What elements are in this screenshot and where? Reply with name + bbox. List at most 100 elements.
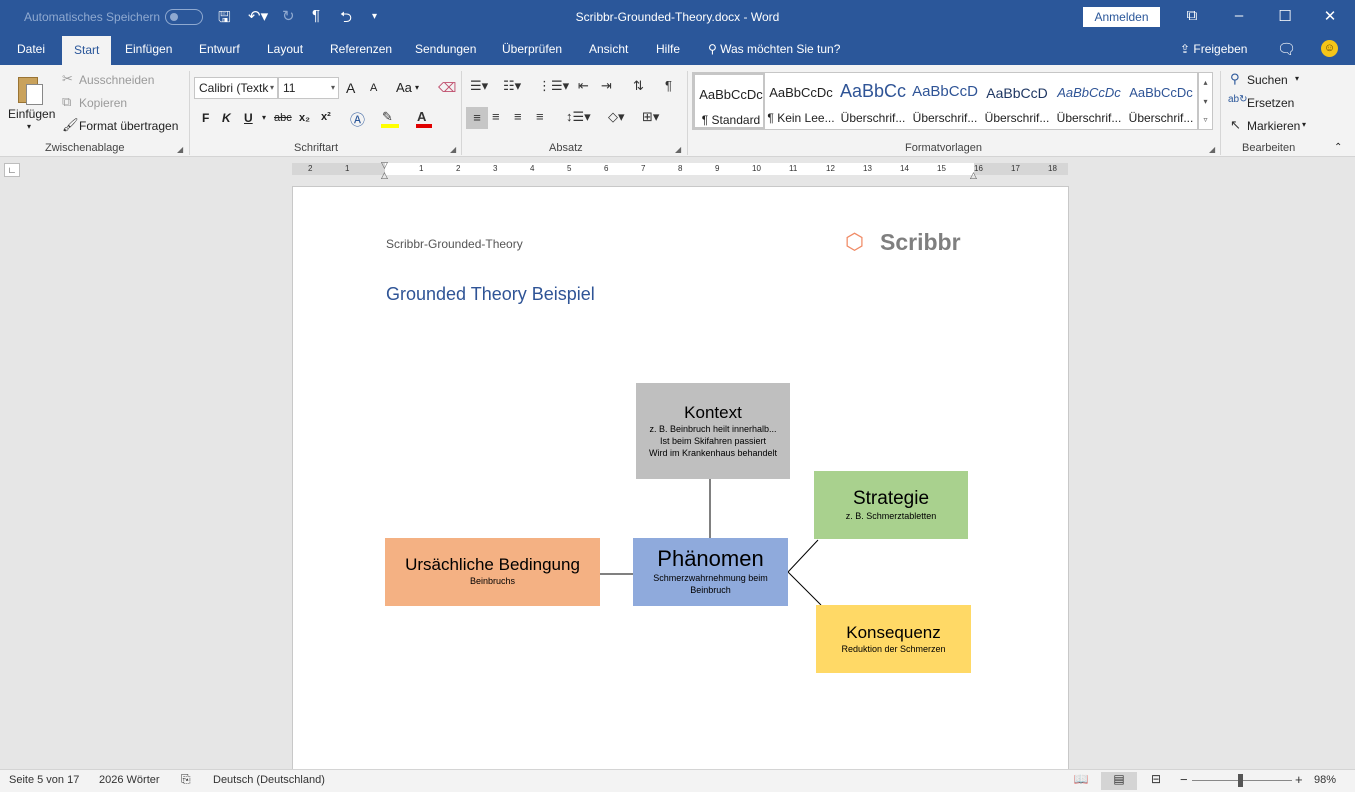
minimize-icon[interactable]: – <box>1229 7 1249 24</box>
align-left-icon[interactable]: ≡ <box>466 107 488 129</box>
horizontal-ruler[interactable]: ▽ △ △ 2 1 1 2 3 4 5 6 7 8 9 10 11 12 13 14 15 16 17 18 <box>292 160 1068 180</box>
konsequenz-box[interactable]: Konsequenz Reduktion der Schmerzen <box>816 605 971 673</box>
find-button[interactable]: Suchen <box>1247 73 1288 87</box>
align-right-icon[interactable]: ≡ <box>514 109 522 124</box>
clear-formatting-icon[interactable]: ⌫ <box>438 80 456 96</box>
chevron-up-icon[interactable]: ▴ <box>1199 73 1212 92</box>
collapse-ribbon-icon[interactable]: ⌃ <box>1334 142 1342 153</box>
word-count[interactable]: 2026 Wörter <box>99 774 160 786</box>
kontext-box[interactable]: Kontext z. B. Beinbruch heilt innerhalb.… <box>636 383 790 479</box>
format-painter-button[interactable]: Format übertragen <box>79 119 178 133</box>
text-effects-icon[interactable]: Ⓐ <box>350 109 365 130</box>
group-separator <box>189 71 190 155</box>
zoom-slider-thumb[interactable] <box>1238 774 1243 787</box>
font-name-box[interactable]: Calibri (Textk ▾ <box>194 77 278 99</box>
borders-icon[interactable]: ⊞▾ <box>642 109 659 125</box>
web-layout-icon[interactable]: ⊟ <box>1138 772 1174 790</box>
style-heading-5[interactable]: AaBbCcDc Überschrif... <box>1125 73 1197 129</box>
tab-sendungen[interactable]: Sendungen <box>415 42 476 56</box>
sort-icon[interactable]: ⇅ <box>633 78 644 94</box>
tab-referenzen[interactable]: Referenzen <box>330 42 392 56</box>
chevron-down-icon[interactable]: ▾ <box>1199 92 1212 111</box>
tab-datei[interactable]: Datei <box>17 42 45 56</box>
strategie-box[interactable]: Strategie z. B. Schmerztabletten <box>814 471 968 539</box>
more-styles-icon[interactable]: ▿ <box>1199 111 1212 129</box>
subscript-button[interactable]: x₂ <box>299 112 310 124</box>
select-button[interactable]: Markieren <box>1247 119 1300 133</box>
share-icon: ⇪ <box>1180 42 1194 56</box>
grow-font-button[interactable]: A <box>346 80 355 96</box>
phaenomen-line: Beinbruch <box>690 585 731 595</box>
ribbon-display-icon[interactable]: ⧉ <box>1182 7 1202 24</box>
zoom-level[interactable]: 98% <box>1314 774 1336 786</box>
proofing-icon[interactable]: ⎘ <box>181 772 191 787</box>
justify-icon[interactable]: ≡ <box>536 109 544 124</box>
feedback-smiley-icon[interactable]: ☺ <box>1321 40 1338 57</box>
style-heading-2[interactable]: AaBbCcD Überschrif... <box>909 73 981 129</box>
clipboard-group-label: Zwischenablage <box>45 142 125 154</box>
align-center-icon[interactable]: ≡ <box>492 109 500 124</box>
paragraph-launcher-icon[interactable]: ◢ <box>675 145 681 154</box>
font-launcher-icon[interactable]: ◢ <box>450 145 456 154</box>
line-spacing-icon[interactable]: ↕☰▾ <box>566 109 591 125</box>
styles-launcher-icon[interactable]: ◢ <box>1209 145 1215 154</box>
style-heading-1[interactable]: AaBbCc Überschrif... <box>837 73 909 129</box>
tab-selector-icon[interactable]: ∟ <box>4 163 20 177</box>
change-case-button[interactable]: Aa <box>396 80 412 95</box>
document-page[interactable]: Scribbr-Grounded-Theory ⬡ Scribbr Ground… <box>292 186 1069 769</box>
shrink-font-button[interactable]: A <box>370 82 377 94</box>
bold-button[interactable]: F <box>202 111 209 125</box>
style-heading-3[interactable]: AaBbCcD Überschrif... <box>981 73 1053 129</box>
increase-indent-icon[interactable]: ⇥ <box>601 78 612 94</box>
share-button[interactable]: ⇪ Freigeben <box>1180 42 1247 56</box>
comments-icon[interactable]: 🗨 <box>1277 40 1296 58</box>
numbering-icon[interactable]: ☷▾ <box>503 78 521 94</box>
document-area[interactable]: Scribbr-Grounded-Theory ⬡ Scribbr Ground… <box>0 182 1355 769</box>
bullets-icon[interactable]: ☰▾ <box>470 78 488 94</box>
tab-ueberpruefen[interactable]: Überprüfen <box>502 42 562 56</box>
tab-entwurf[interactable]: Entwurf <box>199 42 240 56</box>
phaenomen-box[interactable]: Phänomen Schmerzwahrnehmung beim Beinbru… <box>633 538 788 606</box>
hanging-indent-marker[interactable]: △ <box>381 170 388 181</box>
styles-gallery-scroll[interactable]: ▴ ▾ ▿ <box>1198 72 1213 130</box>
print-layout-icon[interactable]: ▤ <box>1101 772 1137 790</box>
paste-dropdown-icon[interactable]: ▾ <box>27 122 31 131</box>
shading-icon[interactable]: ◇▾ <box>608 109 625 125</box>
font-size-box[interactable]: 11 ▾ <box>278 77 339 99</box>
search-icon: ⚲ <box>708 42 721 56</box>
multilevel-list-icon[interactable]: ⋮☰▾ <box>538 78 569 94</box>
tab-layout[interactable]: Layout <box>267 42 303 56</box>
clipboard-launcher-icon[interactable]: ◢ <box>177 145 183 154</box>
italic-button[interactable]: K <box>222 111 231 125</box>
maximize-icon[interactable]: ☐ <box>1275 7 1295 25</box>
paste-icon[interactable] <box>18 73 44 105</box>
cut-button[interactable]: Ausschneiden <box>79 73 154 87</box>
zoom-out-button[interactable]: − <box>1180 772 1188 787</box>
read-mode-icon[interactable]: 📖 <box>1063 772 1099 790</box>
show-marks-icon[interactable]: ¶ <box>665 78 672 93</box>
login-button[interactable]: Anmelden <box>1083 7 1160 27</box>
underline-button[interactable]: U <box>244 111 253 125</box>
replace-button[interactable]: Ersetzen <box>1247 96 1294 110</box>
zoom-in-button[interactable]: + <box>1295 772 1303 787</box>
language-indicator[interactable]: Deutsch (Deutschland) <box>213 774 325 786</box>
style-heading-4[interactable]: AaBbCcDc Überschrif... <box>1053 73 1125 129</box>
tab-einfuegen[interactable]: Einfügen <box>125 42 172 56</box>
tab-hilfe[interactable]: Hilfe <box>656 42 680 56</box>
style-kein-leerraum[interactable]: AaBbCcDc ¶ Kein Lee... <box>765 73 837 129</box>
tab-start[interactable]: Start <box>62 36 112 65</box>
ursaechliche-bedingung-box[interactable]: Ursächliche Bedingung Beinbruchs <box>385 538 600 606</box>
page-count[interactable]: Seite 5 von 17 <box>9 774 79 786</box>
highlight-icon[interactable]: ✎ <box>382 109 393 125</box>
tab-ansicht[interactable]: Ansicht <box>589 42 628 56</box>
superscript-button[interactable]: x² <box>321 111 331 123</box>
tell-me-search[interactable]: ⚲ Was möchten Sie tun? <box>708 42 840 56</box>
strikethrough-button[interactable]: abc <box>274 112 292 124</box>
copy-button[interactable]: Kopieren <box>79 96 127 110</box>
paste-button[interactable]: Einfügen <box>8 107 55 121</box>
close-icon[interactable]: ✕ <box>1320 7 1340 25</box>
style-standard[interactable]: AaBbCcDc ¶ Standard <box>693 73 765 129</box>
font-color-icon[interactable]: A <box>417 109 426 124</box>
decrease-indent-icon[interactable]: ⇤ <box>578 78 589 94</box>
ruler-number: 14 <box>900 164 909 173</box>
